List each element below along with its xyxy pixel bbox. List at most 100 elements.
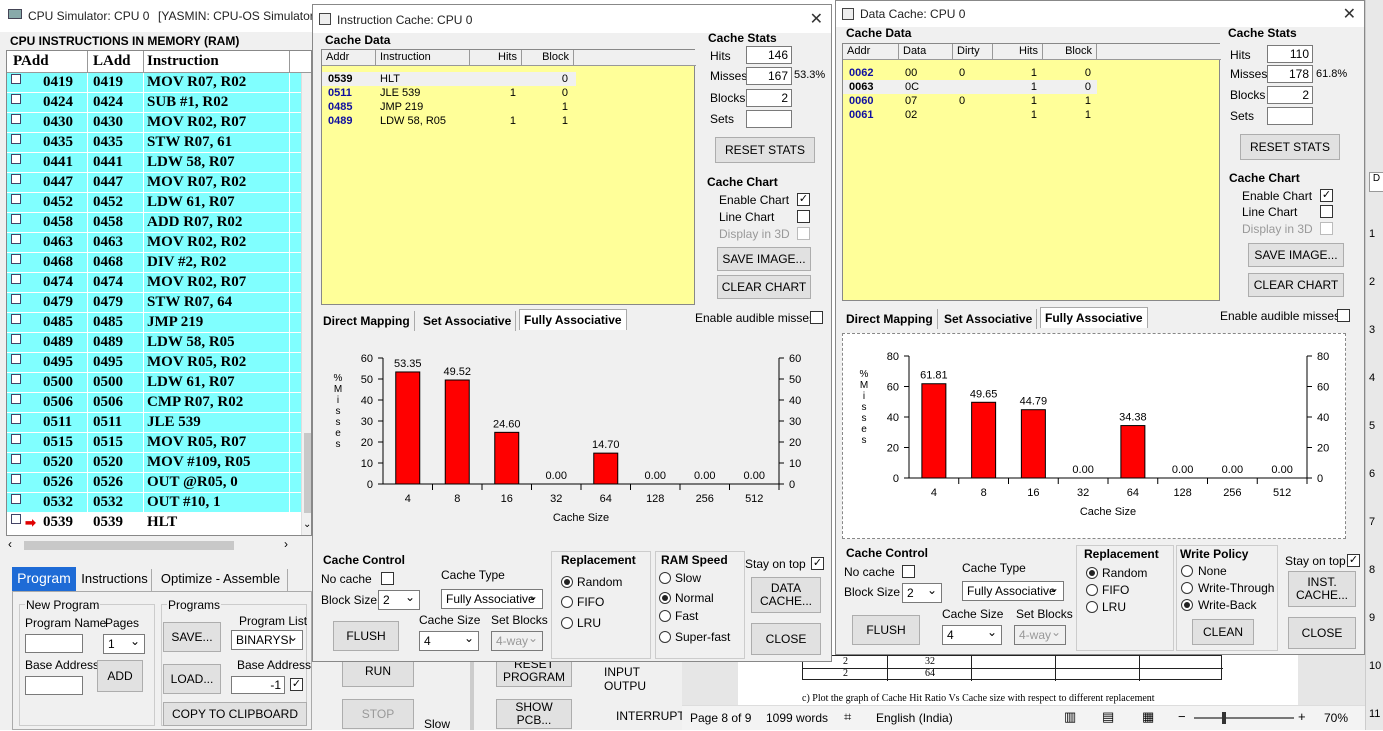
icache-misses-value[interactable]: 167 (746, 67, 792, 85)
dcache-flush-button[interactable]: FLUSH (852, 615, 920, 645)
mem-row[interactable]: 0495 0495 MOV R05, R02 (7, 353, 301, 373)
cache-row[interactable]: 0539 HLT 0 (322, 72, 576, 86)
cache-row[interactable]: 0062 00 0 1 0 (843, 66, 1097, 80)
dcache-clear-chart-button[interactable]: CLEAR CHART (1248, 273, 1344, 297)
dcache-save-image-button[interactable]: SAVE IMAGE... (1248, 243, 1344, 267)
dcache-block-size-select[interactable]: 2 (902, 581, 942, 603)
zoom-level[interactable]: 70% (1324, 711, 1348, 725)
dcache-close-icon[interactable]: ✕ (1343, 4, 1356, 24)
page-count[interactable]: Page 8 of 9 (690, 711, 751, 725)
mem-row[interactable]: 0452 0452 LDW 61, R07 (7, 193, 301, 213)
icache-close-icon[interactable]: ✕ (810, 9, 823, 29)
data-cache-button[interactable]: DATA CACHE... (751, 577, 821, 613)
language[interactable]: English (India) (876, 711, 953, 725)
mem-row[interactable]: ➡ 0539 0539 HLT (7, 513, 301, 533)
mem-vscroll[interactable]: ⌄ (301, 73, 311, 535)
dcache-tab-fully-associative[interactable]: Fully Associative (1040, 307, 1148, 328)
interrupt-tab[interactable]: INTERRUPT (616, 709, 685, 723)
icache-block-size-select[interactable]: 2 (378, 588, 420, 610)
col-instruction[interactable]: Instruction (147, 53, 219, 70)
zoom-slider-thumb[interactable] (1222, 712, 1226, 724)
mem-vscroll-thumb[interactable] (304, 433, 311, 513)
base-address-checkbox[interactable]: ✓ (290, 678, 303, 691)
tab-instructions[interactable]: Instructions (78, 569, 152, 591)
icache-repl-fifo-radio[interactable] (561, 596, 573, 608)
mem-row[interactable]: 0463 0463 MOV R02, R02 (7, 233, 301, 253)
icache-audible-checkbox[interactable] (810, 311, 823, 324)
row-checkbox[interactable] (11, 294, 21, 304)
dcache-reset-stats-button[interactable]: RESET STATS (1240, 134, 1340, 160)
mem-row[interactable]: 0479 0479 STW R07, 64 (7, 293, 301, 313)
row-checkbox[interactable] (11, 274, 21, 284)
cache-row[interactable]: 0061 02 1 1 (843, 108, 1097, 122)
mem-row[interactable]: 0468 0468 DIV #2, R02 (7, 253, 301, 273)
row-checkbox[interactable] (11, 354, 21, 364)
dcache-blocks-value[interactable]: 2 (1267, 86, 1313, 104)
dcache-clean-button[interactable]: CLEAN (1192, 619, 1254, 645)
mem-row[interactable]: 0489 0489 LDW 58, R05 (7, 333, 301, 353)
dcache-col-hits[interactable]: Hits (993, 44, 1043, 60)
row-checkbox[interactable] (11, 454, 21, 464)
row-checkbox[interactable] (11, 154, 21, 164)
program-name-input[interactable] (25, 634, 83, 653)
mem-row[interactable]: 0435 0435 STW R07, 61 (7, 133, 301, 153)
mem-row[interactable]: 0430 0430 MOV R02, R07 (7, 113, 301, 133)
icache-tab-set-associative[interactable]: Set Associative (419, 311, 517, 331)
icache-col-addr[interactable]: Addr (322, 50, 376, 66)
dcache-hits-value[interactable]: 110 (1267, 45, 1313, 63)
dcache-audible-checkbox[interactable] (1337, 309, 1350, 322)
icache-col-instruction[interactable]: Instruction (376, 50, 470, 66)
inst-cache-button[interactable]: INST. CACHE... (1288, 571, 1356, 607)
show-pcb-button[interactable]: SHOW PCB... (496, 699, 572, 729)
icache-set-blocks-select[interactable]: 4-way (491, 629, 543, 651)
row-checkbox[interactable] (11, 514, 21, 524)
io-tab[interactable]: INPUT OUTPU (604, 665, 685, 693)
dcache-write-none-radio[interactable] (1181, 565, 1193, 577)
mem-row[interactable]: 0447 0447 MOV R07, R02 (7, 173, 301, 193)
icache-stay-on-top-checkbox[interactable]: ✓ (811, 557, 824, 570)
add-button[interactable]: ADD (97, 660, 143, 692)
row-checkbox[interactable] (11, 474, 21, 484)
icache-display-3d-checkbox[interactable] (797, 227, 810, 240)
icache-blocks-value[interactable]: 2 (746, 89, 792, 107)
dcache-write-back-radio[interactable] (1181, 599, 1193, 611)
save-program-button[interactable]: SAVE... (163, 622, 221, 652)
mem-row[interactable]: 0515 0515 MOV R05, R07 (7, 433, 301, 453)
proofing-icon[interactable]: ⌗ (844, 709, 851, 725)
dcache-enable-chart-checkbox[interactable]: ✓ (1320, 189, 1333, 202)
icache-no-cache-checkbox[interactable] (381, 572, 394, 585)
program-list-select[interactable]: BINARYSI (231, 628, 303, 650)
stop-button[interactable]: STOP (342, 699, 414, 729)
col-padd[interactable]: PAdd (13, 53, 49, 70)
load-program-button[interactable]: LOAD... (163, 664, 221, 694)
icache-cache-type-select[interactable]: Fully Associative (441, 587, 543, 609)
mem-row[interactable]: 0441 0441 LDW 58, R07 (7, 153, 301, 173)
icache-tab-direct-mapping[interactable]: Direct Mapping (319, 311, 415, 331)
icache-col-hits[interactable]: Hits (470, 50, 522, 66)
row-checkbox[interactable] (11, 394, 21, 404)
copy-to-clipboard-button[interactable]: COPY TO CLIPBOARD (163, 702, 307, 726)
cache-row[interactable]: 0511 JLE 539 1 0 (322, 86, 576, 100)
web-layout-icon[interactable]: ▦ (1142, 709, 1154, 725)
icache-speed-superfast-radio[interactable] (659, 631, 671, 643)
cache-row[interactable]: 0489 LDW 58, R05 1 1 (322, 114, 576, 128)
dcache-line-chart-checkbox[interactable] (1320, 205, 1333, 218)
dcache-col-dirty[interactable]: Dirty (953, 44, 993, 60)
dcache-close-button[interactable]: CLOSE (1288, 617, 1356, 649)
scroll-down-icon[interactable]: ⌄ (303, 519, 311, 530)
zoom-slider[interactable] (1194, 717, 1294, 719)
base-address-input-2[interactable]: -1 (231, 676, 285, 694)
dcache-col-data[interactable]: Data (899, 44, 953, 60)
base-address-input[interactable] (25, 676, 83, 695)
row-checkbox[interactable] (11, 134, 21, 144)
mem-row[interactable]: 0511 0511 JLE 539 (7, 413, 301, 433)
row-checkbox[interactable] (11, 94, 21, 104)
icache-reset-stats-button[interactable]: RESET STATS (715, 137, 815, 163)
cache-row[interactable]: 0063 0C 1 0 (843, 80, 1097, 94)
icache-flush-button[interactable]: FLUSH (333, 621, 399, 651)
print-layout-icon[interactable]: ▤ (1102, 709, 1114, 725)
dcache-display-3d-checkbox[interactable] (1320, 222, 1333, 235)
dcache-tab-direct-mapping[interactable]: Direct Mapping (842, 309, 938, 329)
dcache-misses-value[interactable]: 178 (1267, 65, 1313, 83)
dcache-col-block[interactable]: Block (1043, 44, 1097, 60)
